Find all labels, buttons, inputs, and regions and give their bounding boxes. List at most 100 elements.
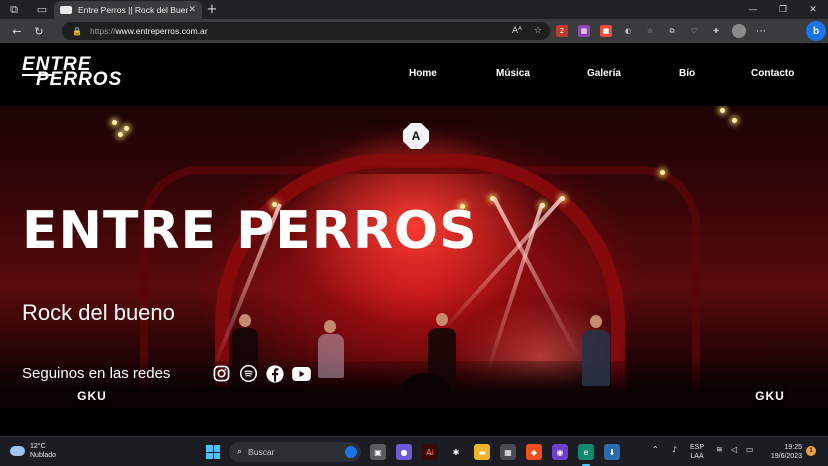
favorite-star-icon[interactable]: ☆ — [534, 26, 542, 36]
microphone-icon[interactable]: ♪ — [672, 445, 677, 454]
site-header: ENTRE PERROS Home Música Galería Bío Con… — [0, 43, 828, 106]
page-below-hero — [0, 409, 828, 436]
minimize-button[interactable]: — — [738, 0, 768, 19]
workspaces-icon[interactable]: ⧉ — [0, 0, 28, 19]
instagram-icon[interactable] — [212, 364, 231, 383]
hero-title: ENTRE PERROS — [22, 201, 478, 261]
taskbar-search[interactable]: ⌕ Buscar — [229, 442, 361, 462]
more-menu-icon[interactable]: ⋯ — [756, 26, 766, 37]
refresh-icon[interactable]: ↻ — [28, 19, 50, 43]
crowd-silhouette — [480, 389, 570, 409]
temperature: 12°C — [30, 443, 46, 450]
illustrator-icon[interactable]: Ai — [422, 444, 438, 460]
extension-1-icon[interactable]: 2 — [556, 25, 568, 37]
nav-bio[interactable]: Bío — [679, 68, 695, 79]
extensions-icon[interactable]: ✚ — [710, 25, 722, 37]
search-icon: ⌕ — [237, 447, 243, 457]
cloud-icon — [10, 446, 25, 456]
crowd-silhouette — [180, 387, 250, 409]
weather-condition: Nublado — [30, 452, 57, 459]
task-view-icon[interactable]: ▣ — [370, 444, 386, 460]
spotify-icon[interactable] — [239, 364, 258, 383]
tab-title: Entre Perros || Rock del Bueno — [78, 5, 189, 15]
profile-avatar[interactable] — [732, 24, 746, 38]
file-explorer-icon[interactable]: ▬ — [474, 444, 490, 460]
nav-contacto[interactable]: Contacto — [751, 68, 794, 79]
stage-light — [732, 118, 737, 123]
windows-taskbar: 12°C Nublado ⌕ Buscar ▣ ● Ai ✱ ▬ ▦ ◆ ◉ e … — [0, 436, 828, 466]
hero-tagline: Rock del bueno — [22, 300, 175, 325]
address-bar[interactable]: 🔒 https://www.entreperros.com.ar Aᴬ ☆ — [62, 22, 550, 40]
favorites-icon[interactable]: ☆ — [644, 25, 656, 37]
calculator-icon[interactable]: ▦ — [500, 444, 516, 460]
figma-icon[interactable]: ◆ — [526, 444, 542, 460]
venue-badge: A — [403, 123, 429, 149]
tray-chevron-icon[interactable]: ⌃ — [652, 445, 659, 454]
browser-tab[interactable]: Entre Perros || Rock del Bueno ✕ — [54, 1, 202, 19]
url-scheme: https:// — [89, 26, 116, 36]
youtube-icon[interactable] — [291, 364, 311, 383]
extension-2-icon[interactable]: ▦ — [578, 25, 590, 37]
copilot-icon[interactable]: b — [806, 21, 826, 41]
extensions-bar: 2 ▦ ■ ◐ ☆ ⧉ ♡ ✚ ⋯ — [556, 19, 766, 43]
facebook-icon[interactable] — [265, 364, 284, 383]
nav-galeria[interactable]: Galería — [587, 68, 621, 79]
battery-icon[interactable]: ▭ — [746, 445, 754, 454]
url-host: www.entreperros.com.ar — [115, 26, 208, 36]
extension-4-icon[interactable]: ◐ — [622, 25, 634, 37]
stage-light — [124, 126, 129, 131]
lock-icon: 🔒 — [72, 26, 82, 36]
dog-favicon-icon — [60, 6, 72, 14]
hero-banner: A GKU GKU ENTRE PERROS Rock del bueno Se… — [0, 106, 828, 409]
search-placeholder: Buscar — [248, 447, 275, 457]
installer-icon[interactable]: ⬇ — [604, 444, 620, 460]
stage-light — [720, 108, 725, 113]
musician-head — [324, 320, 336, 333]
new-tab-button[interactable]: + — [204, 0, 220, 19]
stage-light — [660, 170, 665, 175]
musician — [582, 330, 610, 386]
nav-musica[interactable]: Música — [496, 68, 530, 79]
volume-icon[interactable]: ◁ — [731, 445, 737, 454]
banner-right: GKU — [752, 386, 788, 406]
windows-start-icon[interactable] — [206, 445, 220, 459]
edge-icon[interactable]: e — [578, 444, 594, 460]
github-icon[interactable]: ◉ — [552, 444, 568, 460]
nav-home[interactable]: Home — [409, 68, 437, 79]
clock-date: 19/6/2023 — [770, 453, 802, 460]
adblock-icon[interactable]: ■ — [600, 25, 612, 37]
bing-icon — [345, 446, 357, 458]
wifi-icon[interactable]: ≋ — [716, 445, 723, 454]
read-aloud-icon[interactable]: Aᴬ — [512, 26, 522, 36]
browser-window: ⧉ ▭ Entre Perros || Rock del Bueno ✕ + —… — [0, 0, 828, 466]
app-icon[interactable]: ✱ — [448, 444, 464, 460]
restore-button[interactable]: ❐ — [768, 0, 798, 19]
url-text[interactable]: https://www.entreperros.com.ar — [90, 26, 208, 36]
musician-head — [590, 315, 602, 328]
logo-underline — [22, 74, 52, 76]
browser-essentials-icon[interactable]: ♡ — [688, 25, 700, 37]
lang-code: ESP — [690, 444, 705, 451]
teams-icon[interactable]: ● — [396, 444, 412, 460]
crowd-silhouette — [400, 373, 450, 409]
musician — [318, 334, 344, 378]
window-controls: — ❐ ✕ — [738, 0, 828, 19]
system-clock[interactable]: 19:25 19/6/2023 — [762, 443, 802, 461]
clock-time: 19:25 — [784, 444, 802, 451]
back-arrow-icon[interactable]: ← — [6, 19, 28, 43]
crowd-silhouette — [620, 383, 700, 409]
collections-icon[interactable]: ⧉ — [666, 25, 678, 37]
stage-light — [118, 132, 123, 137]
tab-close-icon[interactable]: ✕ — [188, 5, 196, 15]
banner-left: GKU — [74, 386, 110, 406]
stage-light — [112, 120, 117, 125]
notification-badge[interactable]: 1 — [806, 446, 816, 456]
site-logo[interactable]: ENTRE PERROS — [22, 55, 121, 89]
tab-actions-icon[interactable]: ▭ — [28, 0, 56, 19]
social-label: Seguinos en las redes — [22, 365, 171, 382]
close-window-button[interactable]: ✕ — [798, 0, 828, 19]
weather-widget[interactable]: 12°C Nublado — [10, 442, 56, 460]
lang-layout: LAA — [690, 453, 704, 460]
language-indicator[interactable]: ESP LAA — [690, 443, 704, 461]
musician-head — [239, 314, 251, 327]
